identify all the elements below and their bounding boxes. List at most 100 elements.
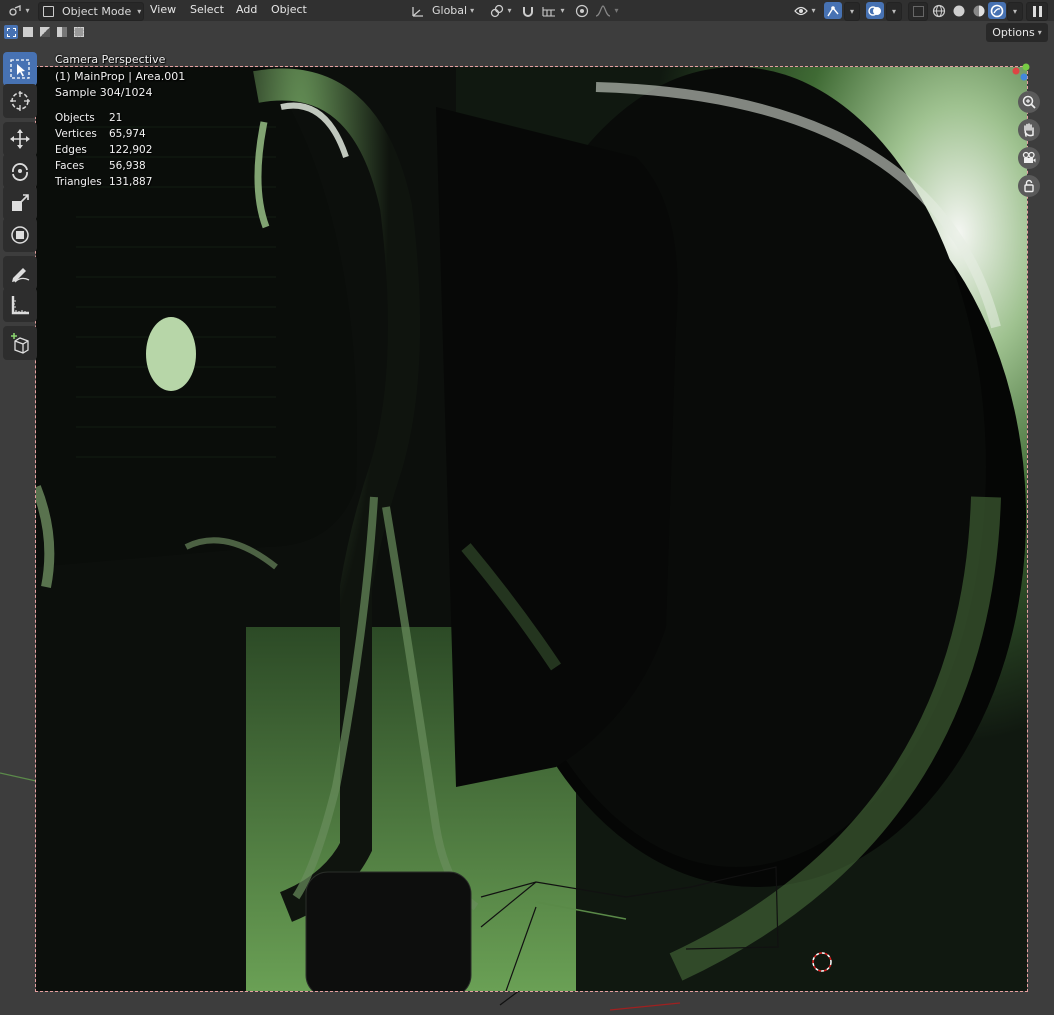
tool-annotate[interactable] — [3, 256, 37, 290]
magnet-icon — [523, 6, 533, 17]
object-info-label: (1) MainProp | Area.001 — [55, 70, 186, 83]
menu-add[interactable]: Add — [236, 3, 257, 16]
select-box-icon — [10, 59, 30, 79]
shading-solid-button[interactable] — [950, 2, 968, 19]
chevron-down-icon: ▾ — [507, 6, 512, 15]
transform-icon — [11, 226, 29, 244]
axis-gizmo-icon[interactable] — [1010, 61, 1034, 85]
camera-render-view[interactable] — [35, 66, 1028, 992]
shading-wireframe-button[interactable] — [930, 2, 948, 19]
falloff-curve-icon — [596, 4, 611, 17]
toggle-sidebar-button[interactable] — [1026, 2, 1048, 21]
stat-edges-value: 122,902 — [109, 144, 153, 156]
select-extend-icon[interactable] — [21, 25, 35, 39]
stat-vertices-value: 65,974 — [109, 128, 146, 140]
material-sphere-icon — [973, 5, 985, 16]
falloff-dropdown[interactable]: ▾ — [593, 2, 621, 19]
shading-rendered-button[interactable] — [988, 2, 1006, 19]
tool-measure[interactable] — [3, 288, 37, 322]
snap-target-dropdown[interactable]: ▾ — [538, 2, 568, 19]
chevron-down-icon: ▾ — [849, 7, 854, 16]
chevron-down-icon: ▾ — [811, 6, 816, 15]
chevron-down-icon: ▾ — [1012, 7, 1017, 16]
stat-triangles-value: 131,887 — [109, 176, 153, 188]
chevron-down-icon: ▾ — [560, 6, 565, 15]
tool-select-box[interactable] — [3, 52, 37, 86]
chevron-down-icon: ▾ — [25, 6, 30, 15]
hand-icon — [1024, 123, 1034, 137]
add-cube-icon — [11, 333, 29, 354]
chevron-down-icon: ▾ — [137, 7, 142, 16]
menu-object[interactable]: Object — [271, 3, 307, 16]
overlays-dropdown[interactable]: ▾ — [886, 2, 902, 21]
chevron-down-icon: ▾ — [1037, 28, 1042, 37]
editor-type-button[interactable]: ▾ — [4, 2, 34, 19]
mode-dropdown[interactable]: Object Mode ▾ — [38, 2, 144, 21]
menu-view[interactable]: View — [150, 3, 176, 16]
transform-orientation-dropdown[interactable]: Global ▾ — [410, 2, 482, 19]
pivot-point-dropdown[interactable]: ▾ — [487, 2, 515, 19]
select-difference-icon[interactable] — [55, 25, 69, 39]
options-dropdown[interactable]: Options ▾ — [986, 23, 1048, 42]
lock-camera-button[interactable] — [1018, 175, 1040, 197]
stat-faces-value: 56,938 — [109, 160, 146, 172]
chevron-down-icon: ▾ — [614, 6, 619, 15]
orientation-axes-icon — [412, 6, 423, 17]
snap-increment-icon — [542, 6, 556, 17]
lock-icon — [1024, 179, 1034, 193]
stat-vertices-label: Vertices — [55, 128, 97, 140]
snap-toggle[interactable] — [520, 2, 536, 19]
options-label: Options — [992, 26, 1035, 39]
scale-icon — [12, 194, 29, 211]
rotate-icon — [12, 163, 28, 181]
eye-icon — [794, 6, 809, 15]
tool-rotate[interactable] — [3, 154, 37, 188]
pan-button[interactable] — [1018, 119, 1040, 141]
chevron-down-icon: ▾ — [470, 6, 475, 15]
menu-select[interactable]: Select — [190, 3, 224, 16]
gizmo-icon — [827, 5, 839, 16]
select-subtract-icon[interactable] — [38, 25, 52, 39]
gizmo-dropdown[interactable]: ▾ — [844, 2, 860, 21]
object-mode-icon — [43, 6, 54, 17]
proportional-editing-toggle[interactable] — [574, 2, 590, 19]
xray-toggle[interactable] — [908, 2, 928, 21]
tool-cursor[interactable] — [3, 84, 37, 118]
rendered-scene — [36, 67, 1027, 991]
tool-scale[interactable] — [3, 186, 37, 220]
pivot-link-icon — [491, 4, 504, 17]
view-name-label: Camera Perspective — [55, 53, 166, 66]
overlays-toggle[interactable] — [866, 2, 884, 19]
proportional-edit-icon — [575, 4, 589, 17]
tool-add-cube[interactable] — [3, 326, 37, 360]
tool-transform[interactable] — [3, 218, 37, 252]
overlays-icon — [868, 5, 881, 16]
pause-icon — [1032, 6, 1042, 17]
select-new-icon[interactable] — [4, 25, 18, 39]
gizmo-toggle[interactable] — [824, 2, 842, 19]
xray-icon — [912, 6, 924, 17]
cursor-icon — [10, 91, 30, 111]
orientation-label: Global — [432, 4, 468, 17]
shading-dropdown[interactable]: ▾ — [1007, 2, 1023, 21]
viewport-editor-icon — [9, 4, 22, 16]
tool-move[interactable] — [3, 122, 37, 156]
zoom-button[interactable] — [1018, 91, 1040, 113]
ruler-icon — [11, 296, 29, 315]
shading-material-button[interactable] — [970, 2, 988, 19]
render-sample-label: Sample 304/1024 — [55, 86, 153, 99]
stat-faces-label: Faces — [55, 160, 85, 172]
camera-view-button[interactable] — [1018, 147, 1040, 169]
rendered-sphere-icon — [990, 4, 1004, 17]
stat-objects-value: 21 — [109, 112, 123, 124]
zoom-icon — [1022, 95, 1036, 109]
select-intersect-icon[interactable] — [72, 25, 86, 39]
visibility-dropdown[interactable]: ▾ — [790, 2, 820, 19]
mode-label: Object Mode — [62, 5, 132, 18]
3d-viewport[interactable]: Camera Perspective (1) MainProp | Area.0… — [0, 45, 1054, 1015]
camera-icon — [1022, 151, 1036, 163]
annotate-pencil-icon — [12, 268, 30, 283]
stat-objects-label: Objects — [55, 112, 95, 124]
move-icon — [10, 129, 30, 149]
solid-sphere-icon — [953, 5, 965, 16]
